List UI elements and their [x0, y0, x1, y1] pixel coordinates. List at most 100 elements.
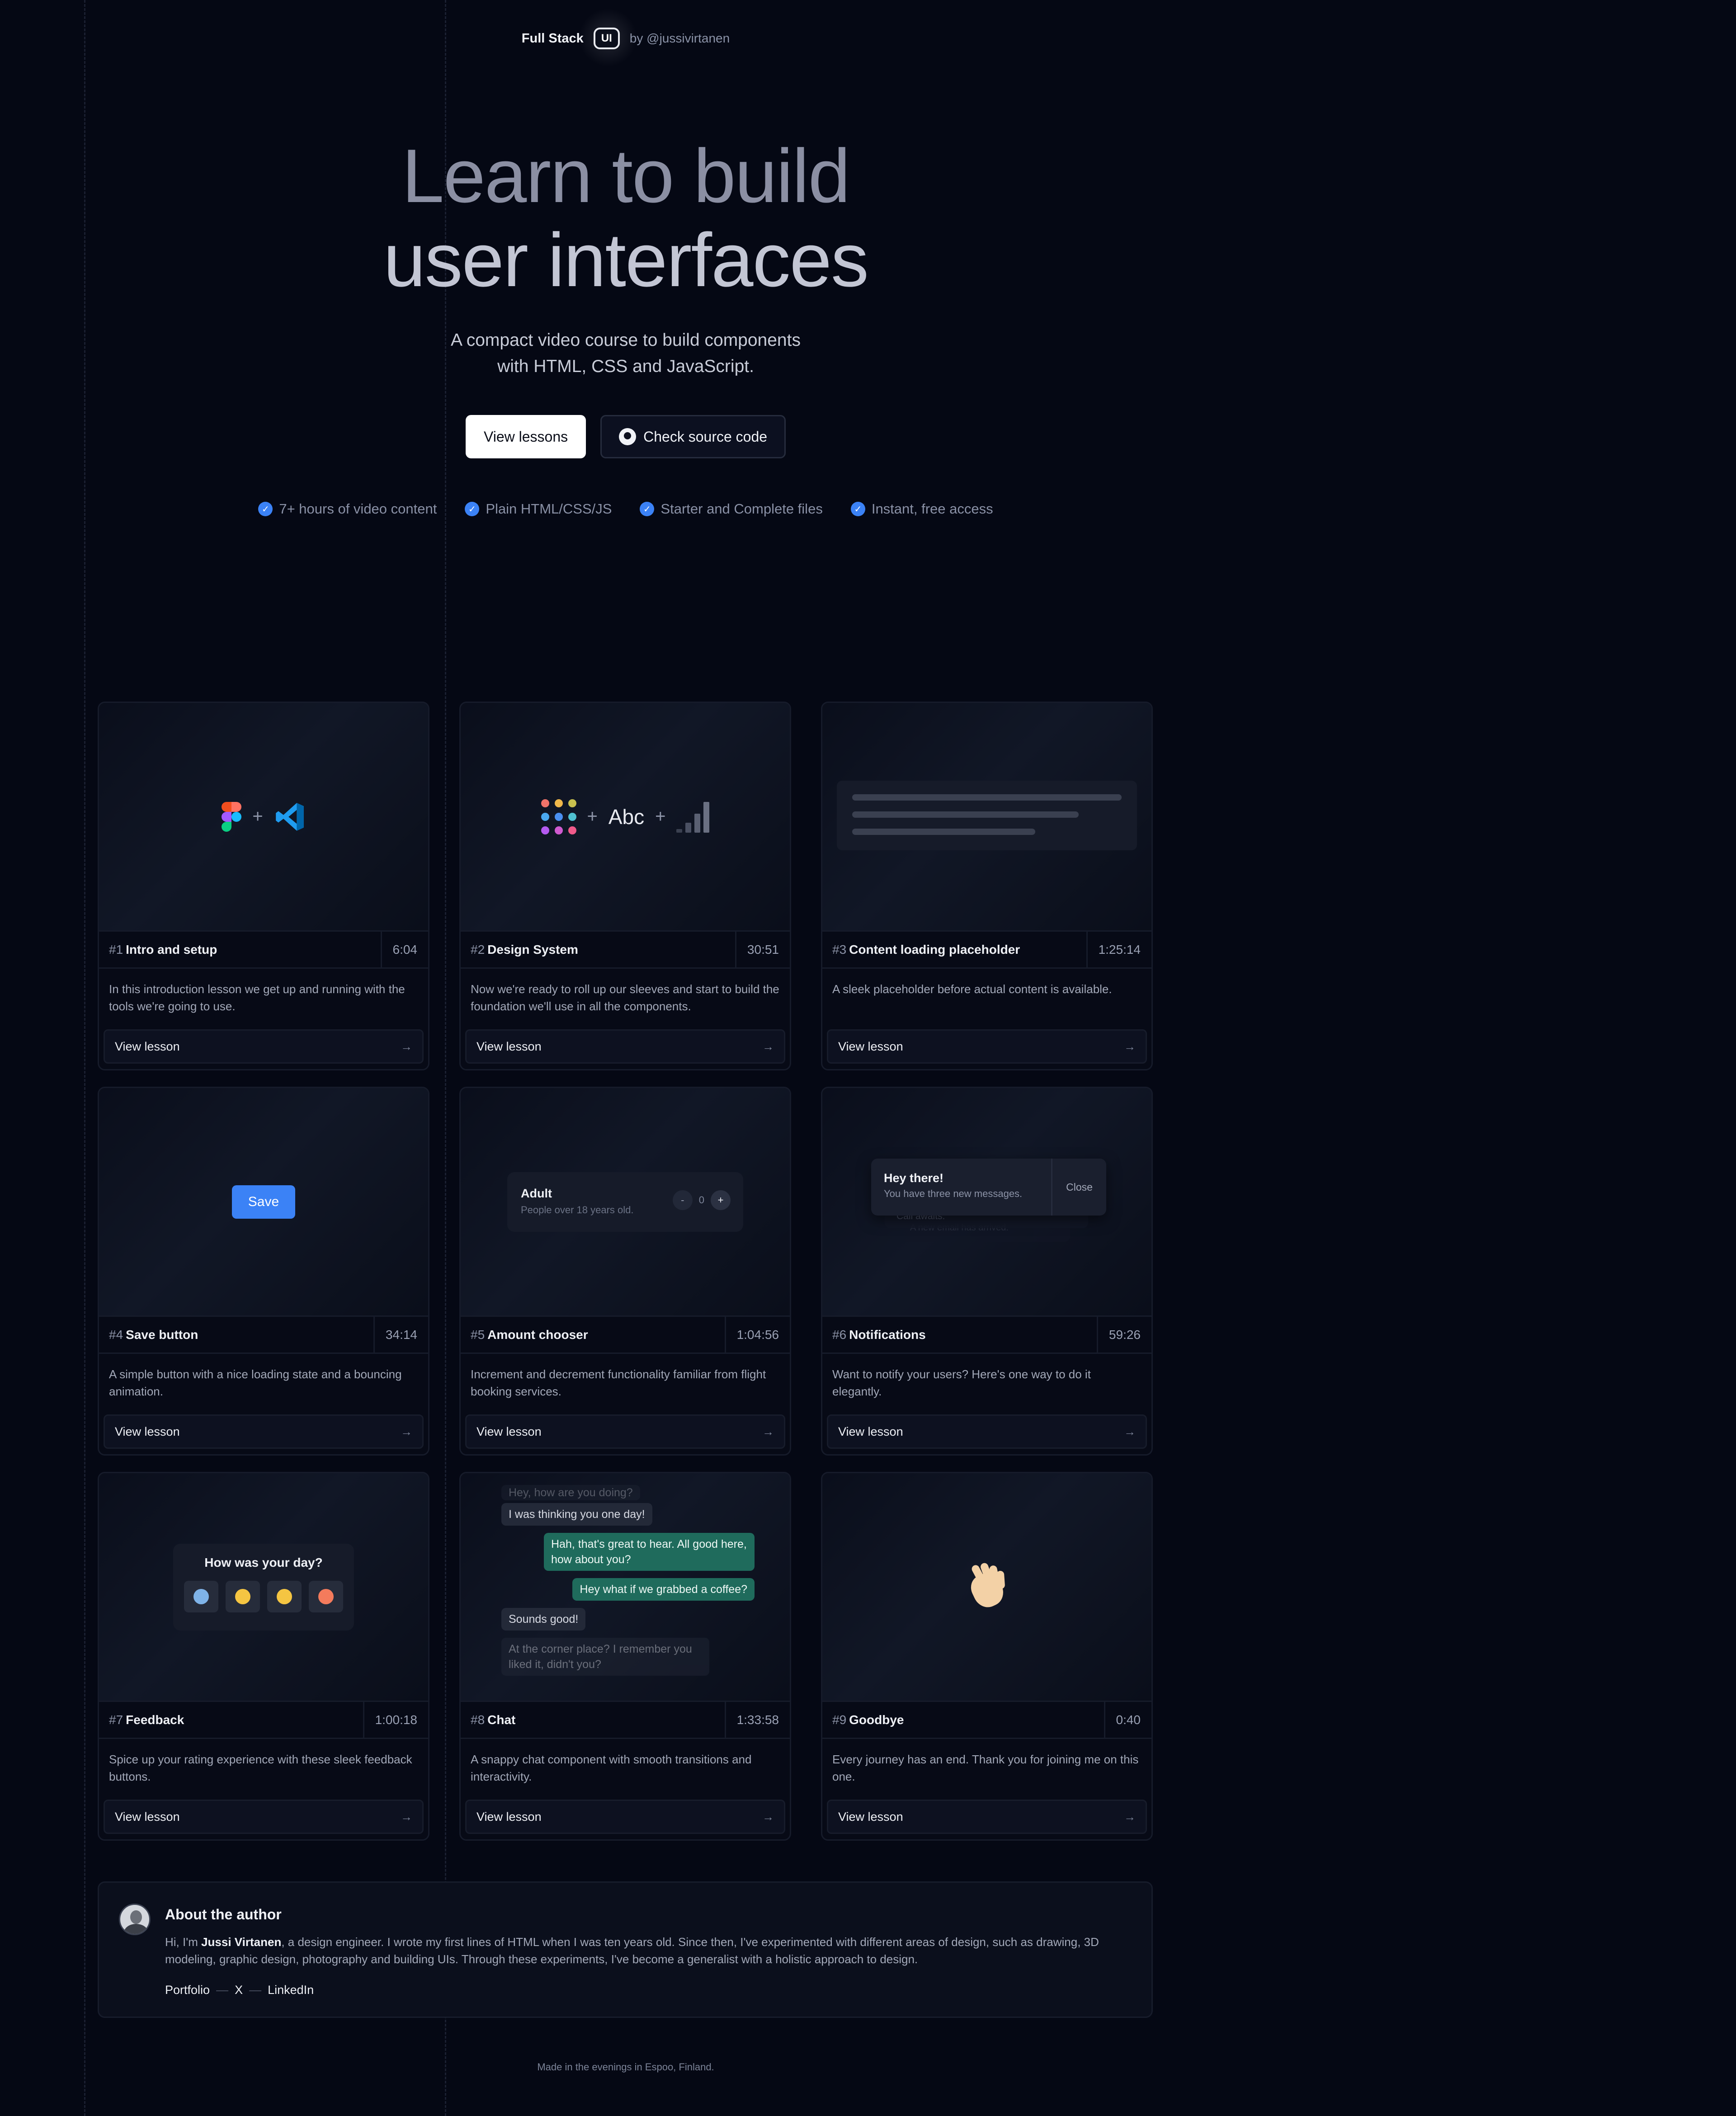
notification-title: Hey there!: [884, 1171, 944, 1185]
arrow-right-icon: →: [1124, 1810, 1136, 1824]
lesson-title-text: Notifications: [849, 1327, 926, 1342]
lesson-card[interactable]: A new email has arrived. Call awaits. He…: [821, 1087, 1153, 1456]
feature-label: 7+ hours of video content: [279, 501, 437, 517]
arrow-right-icon: →: [762, 1039, 774, 1053]
lesson-meta: #4 Save button 34:14: [99, 1317, 428, 1354]
amount-chooser-demo: Adult People over 18 years old. - 0 +: [507, 1172, 743, 1232]
view-lesson-button[interactable]: View lesson →: [104, 1800, 424, 1834]
lesson-title-text: Intro and setup: [126, 942, 217, 957]
lesson-description: Spice up your rating experience with the…: [109, 1753, 412, 1783]
view-lesson-label: View lesson: [476, 1424, 542, 1438]
lesson-title-text: Amount chooser: [487, 1327, 588, 1342]
view-lesson-button[interactable]: View lesson →: [465, 1414, 785, 1449]
feature-list: ✓ 7+ hours of video content ✓ Plain HTML/C…: [0, 501, 1251, 517]
feature-label: Starter and Complete files: [660, 501, 823, 517]
confused-face-icon: [235, 1588, 250, 1604]
brand-badge: UI: [593, 28, 620, 49]
footer-text: Made in the evenings in Espoo, Finland.: [537, 2061, 714, 2073]
arrow-right-icon: →: [401, 1810, 412, 1824]
lesson-number: #8: [471, 1712, 485, 1727]
arrow-right-icon: →: [401, 1424, 412, 1438]
chat-thread: Hey, how are you doing? I was thinking y…: [501, 1485, 755, 1683]
notification-toast: Hey there! You have three new messages. …: [871, 1159, 1106, 1216]
lesson-card[interactable]: Hey, how are you doing? I was thinking y…: [459, 1472, 791, 1841]
notification-text: You have three new messages.: [884, 1188, 1023, 1199]
lesson-duration: 1:00:18: [363, 1702, 428, 1738]
lesson-card[interactable]: + Abc + #2 Design System 30:51 Now we're …: [459, 702, 791, 1070]
lesson-card[interactable]: Save #4 Save button 34:14 A simple button…: [98, 1087, 429, 1456]
lesson-title: #5 Amount chooser: [461, 1317, 725, 1353]
brand-name: Full Stack: [521, 31, 584, 46]
view-lesson-button[interactable]: View lesson →: [827, 1029, 1147, 1064]
decrement-button[interactable]: -: [672, 1190, 693, 1210]
view-lesson-button[interactable]: View lesson →: [465, 1800, 785, 1834]
lesson-card[interactable]: Adult People over 18 years old. - 0 + #5…: [459, 1087, 791, 1456]
view-lesson-label: View lesson: [838, 1810, 903, 1824]
lesson-title-text: Content loading placeholder: [849, 942, 1020, 957]
feature-label: Instant, free access: [871, 501, 993, 517]
lesson-preview-design-system: + Abc +: [461, 703, 790, 932]
feature-item: ✓ Starter and Complete files: [640, 501, 823, 517]
lesson-title: #7 Feedback: [99, 1702, 363, 1738]
check-source-code-button[interactable]: Check source code: [600, 415, 786, 458]
lesson-duration: 6:04: [380, 932, 429, 967]
view-lesson-button[interactable]: View lesson →: [465, 1029, 785, 1064]
rating-smile-button[interactable]: [267, 1580, 302, 1612]
view-lesson-button[interactable]: View lesson →: [104, 1414, 424, 1449]
lesson-title: #3 Content loading placeholder: [822, 932, 1086, 967]
lesson-duration: 1:04:56: [724, 1317, 790, 1353]
check-badge-icon: ✓: [465, 502, 480, 516]
lesson-number: #2: [471, 942, 485, 957]
view-lesson-button[interactable]: View lesson →: [827, 1800, 1147, 1834]
lesson-card[interactable]: How was your day? #7 Feedback 1:00:18 Spi…: [98, 1472, 429, 1841]
increment-button[interactable]: +: [711, 1190, 731, 1210]
feedback-widget: How was your day?: [173, 1543, 354, 1631]
check-badge-icon: ✓: [640, 502, 655, 516]
lesson-duration: 1:25:14: [1086, 932, 1151, 967]
about-greeting: Hi, I'm: [165, 1935, 202, 1949]
feature-item: ✓ 7+ hours of video content: [258, 501, 437, 517]
lesson-title-text: Save button: [126, 1327, 198, 1342]
lesson-duration: 0:40: [1104, 1702, 1152, 1738]
quantity-value: 0: [698, 1194, 704, 1206]
author-handle-link[interactable]: by @jussivirtanen: [630, 31, 730, 46]
about-author-card: About the author Hi, I'm Jussi Virtanen,…: [98, 1881, 1153, 2018]
view-lesson-label: View lesson: [115, 1424, 180, 1438]
linkedin-link[interactable]: LinkedIn: [268, 1983, 314, 1997]
lesson-number: #9: [832, 1712, 847, 1727]
view-lessons-button[interactable]: View lessons: [465, 415, 586, 458]
lesson-meta: #6 Notifications 59:26: [822, 1317, 1151, 1354]
portfolio-link[interactable]: Portfolio: [165, 1983, 210, 1997]
lesson-description: A snappy chat component with smooth tran…: [471, 1753, 752, 1783]
hero-subtitle-line1: A compact video course to build componen…: [451, 330, 801, 350]
brand-header[interactable]: Full Stack UI by @jussivirtanen: [0, 8, 1251, 67]
view-lesson-button[interactable]: View lesson →: [827, 1414, 1147, 1449]
view-lesson-label: View lesson: [476, 1810, 542, 1824]
view-lesson-label: View lesson: [115, 1810, 180, 1824]
view-lesson-button[interactable]: View lesson →: [104, 1029, 424, 1064]
lesson-number: #1: [109, 942, 123, 957]
view-lesson-label: View lesson: [838, 1424, 903, 1438]
lesson-card[interactable]: #9 Goodbye 0:40 Every journey has an end.…: [821, 1472, 1153, 1841]
lesson-title-text: Feedback: [126, 1712, 184, 1727]
save-button-demo[interactable]: Save: [231, 1185, 296, 1219]
lesson-preview-feedback: How was your day?: [99, 1473, 428, 1702]
lesson-preview-save-button: Save: [99, 1088, 428, 1317]
rating-confused-button[interactable]: [226, 1580, 260, 1612]
rating-heart-eyes-button[interactable]: [309, 1580, 343, 1612]
hero-title: Learn to build user interfaces: [0, 134, 1251, 302]
lesson-description: Increment and decrement functionality fa…: [471, 1367, 766, 1398]
x-link[interactable]: X: [235, 1983, 243, 1997]
lesson-card[interactable]: + #1 Intro and setup 6:04 In this introdu…: [98, 702, 429, 1070]
notification-close-button[interactable]: Close: [1051, 1159, 1106, 1216]
notification-stack: A new email has arrived. Call awaits. He…: [871, 1159, 1106, 1267]
lesson-preview-amount-chooser: Adult People over 18 years old. - 0 +: [461, 1088, 790, 1317]
lesson-preview-notifications: A new email has arrived. Call awaits. He…: [822, 1088, 1151, 1317]
link-separator: —: [249, 1983, 262, 1997]
lesson-meta: #3 Content loading placeholder 1:25:14: [822, 932, 1151, 969]
about-bio: Hi, I'm Jussi Virtanen, a design enginee…: [165, 1933, 1123, 1968]
rating-crying-button[interactable]: [184, 1580, 218, 1612]
feature-label: Plain HTML/CSS/JS: [486, 501, 612, 517]
lesson-preview-intro: +: [99, 703, 428, 932]
lesson-card[interactable]: #3 Content loading placeholder 1:25:14 A …: [821, 702, 1153, 1070]
